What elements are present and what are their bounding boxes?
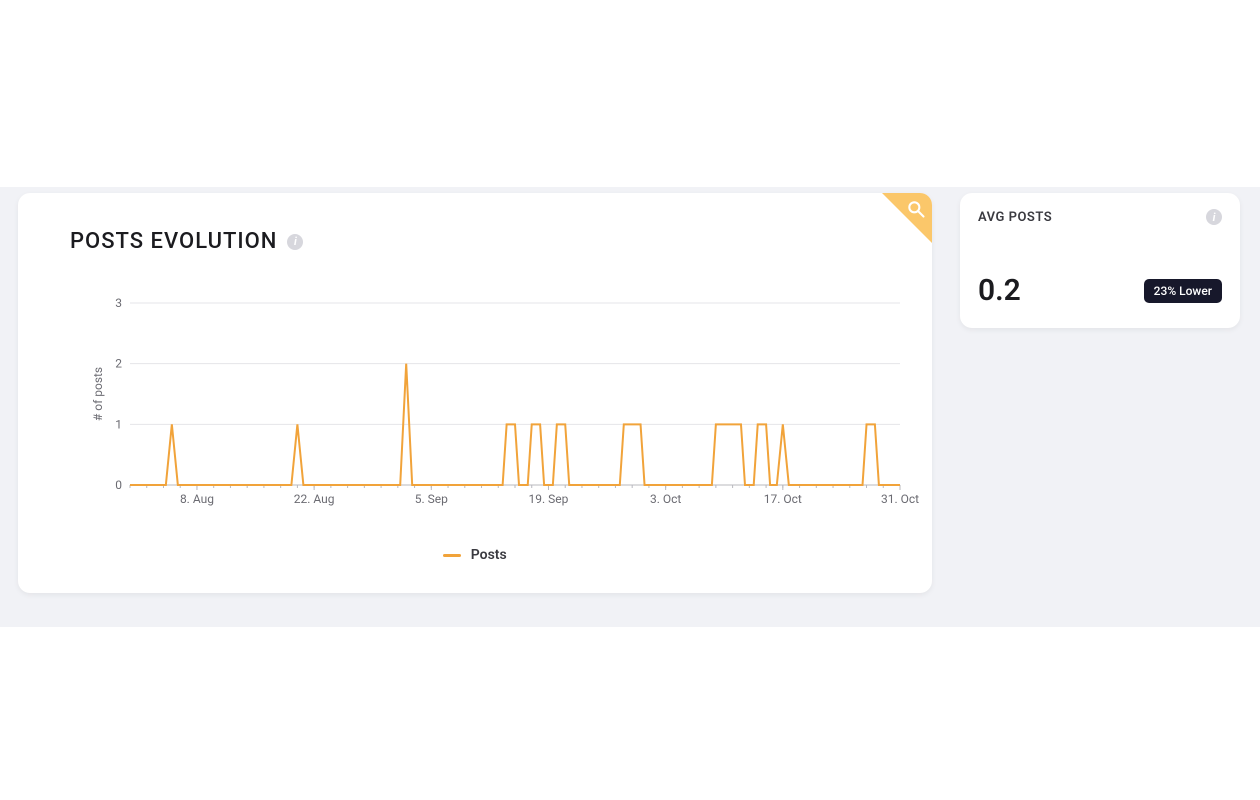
posts-evolution-chart: 0 1 2 3 # of posts 8. Aug 22. Aug 5. Sep 19. Sep… — [94, 293, 904, 513]
avg-posts-change-badge: 23% Lower — [1144, 279, 1222, 303]
legend-label: Posts — [471, 547, 507, 563]
info-icon[interactable]: i — [1206, 209, 1222, 225]
avg-posts-value: 0.2 — [978, 273, 1021, 308]
card-title: POSTS EVOLUTION — [70, 229, 277, 254]
svg-text:31. Oct: 31. Oct — [881, 492, 919, 506]
svg-text:0: 0 — [115, 478, 122, 492]
avg-posts-card: AVG POSTS i 0.2 23% Lower — [960, 193, 1240, 328]
svg-text:# of posts: # of posts — [91, 367, 105, 421]
side-value-row: 0.2 23% Lower — [978, 273, 1222, 308]
chart-legend[interactable]: Posts — [18, 547, 932, 563]
svg-text:3. Oct: 3. Oct — [650, 492, 681, 506]
svg-text:19. Sep: 19. Sep — [529, 492, 569, 506]
svg-text:5. Sep: 5. Sep — [415, 492, 448, 506]
card-title-row: POSTS EVOLUTION i — [70, 229, 303, 254]
svg-text:3: 3 — [115, 296, 122, 310]
legend-swatch — [443, 554, 461, 557]
svg-text:22. Aug: 22. Aug — [294, 492, 335, 506]
info-icon[interactable]: i — [287, 234, 303, 250]
svg-text:2: 2 — [115, 357, 122, 371]
side-title: AVG POSTS — [978, 210, 1052, 225]
chart-area: 0 1 2 3 # of posts 8. Aug 22. Aug 5. Sep 19. Sep… — [94, 293, 904, 513]
search-icon — [906, 199, 926, 219]
svg-text:1: 1 — [115, 417, 122, 431]
posts-evolution-card: POSTS EVOLUTION i 0 1 2 3 # of posts 8. Aug 22… — [18, 193, 932, 593]
svg-text:17. Oct: 17. Oct — [764, 492, 802, 506]
side-title-row: AVG POSTS i — [978, 209, 1222, 225]
corner-search-badge[interactable] — [882, 193, 932, 243]
svg-text:8. Aug: 8. Aug — [180, 492, 214, 506]
